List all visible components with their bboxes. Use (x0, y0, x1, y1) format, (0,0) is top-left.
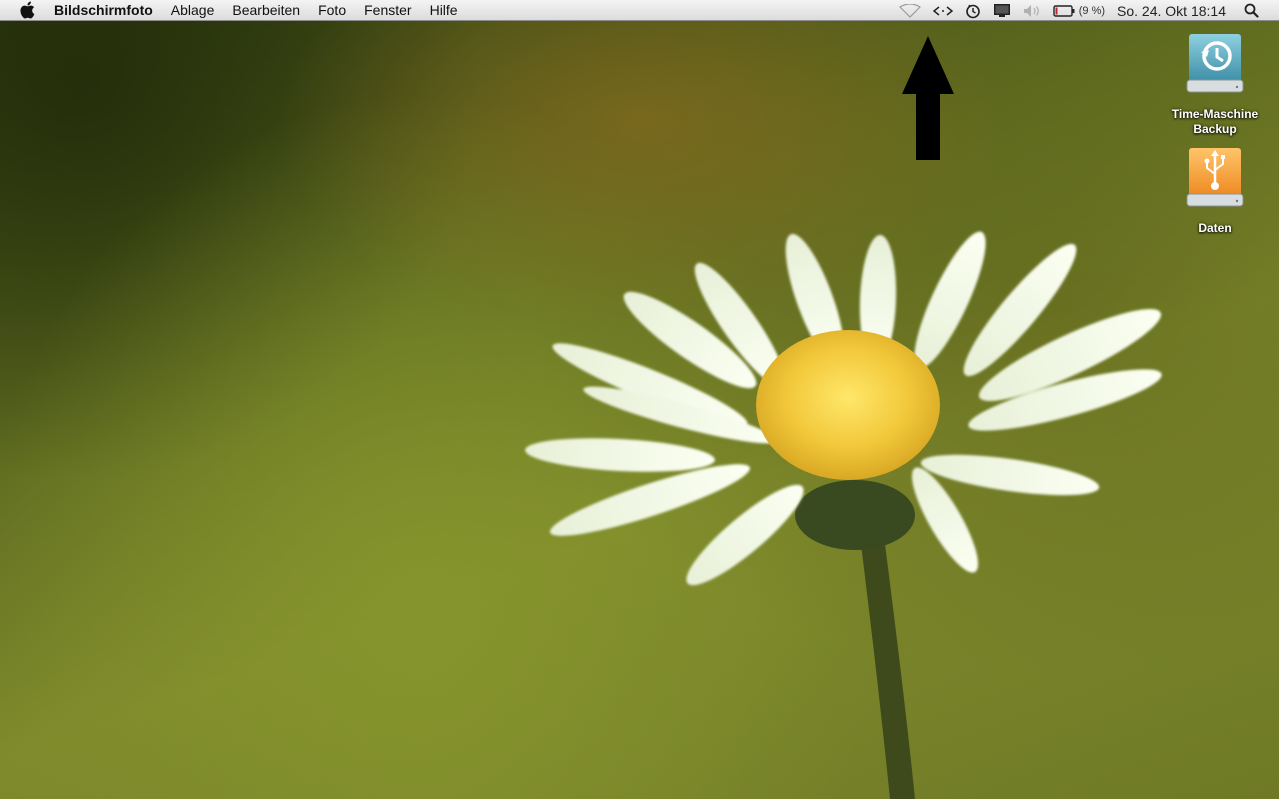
desktop-icon-time-machine-backup[interactable]: Time-Maschine Backup (1160, 30, 1270, 137)
battery-percent: (9 %) (1078, 4, 1106, 17)
clock-menu[interactable]: So. 24. Okt 18:14 (1117, 0, 1226, 21)
network-menu[interactable] (932, 0, 953, 21)
display-menu[interactable] (993, 0, 1011, 21)
usb-drive-icon (1186, 148, 1244, 207)
menu-fenster[interactable]: Fenster (364, 0, 411, 21)
menu-bar-status: (9 %) So. 24. Okt 18:14 (898, 0, 1279, 21)
menu-bar-left: Bildschirmfoto Ablage Bearbeiten Foto Fe… (0, 0, 476, 20)
time-machine-icon (965, 4, 980, 18)
wifi-menu[interactable] (898, 0, 921, 21)
time-machine-drive-icon (1186, 34, 1244, 93)
time-machine-menu[interactable] (965, 0, 981, 21)
apple-menu[interactable] (18, 1, 36, 19)
spotlight-icon (1244, 3, 1259, 18)
spotlight-menu[interactable] (1244, 0, 1259, 21)
battery-icon (1053, 4, 1075, 17)
menu-bearbeiten[interactable]: Bearbeiten (232, 0, 300, 21)
desktop-icon-label: Daten (1198, 221, 1232, 235)
desktop-icon-label: Time-Maschine Backup (1171, 107, 1259, 136)
up-arrow-icon (902, 36, 954, 160)
display-icon (993, 4, 1010, 17)
battery-menu[interactable]: (9 %) (1053, 5, 1105, 17)
apple-logo-icon (20, 1, 35, 19)
network-arrows-icon (932, 5, 953, 16)
menu-foto[interactable]: Foto (318, 0, 346, 21)
desktop-icon-daten[interactable]: Daten (1160, 144, 1270, 236)
wallpaper-daisy (525, 231, 1162, 799)
wifi-icon (898, 3, 921, 18)
menu-app-name[interactable]: Bildschirmfoto (54, 0, 153, 21)
menu-bar: Bildschirmfoto Ablage Bearbeiten Foto Fe… (0, 0, 1279, 21)
menu-ablage[interactable]: Ablage (171, 0, 215, 21)
volume-menu[interactable] (1023, 0, 1041, 21)
volume-icon (1023, 4, 1039, 17)
menu-hilfe[interactable]: Hilfe (430, 0, 458, 21)
